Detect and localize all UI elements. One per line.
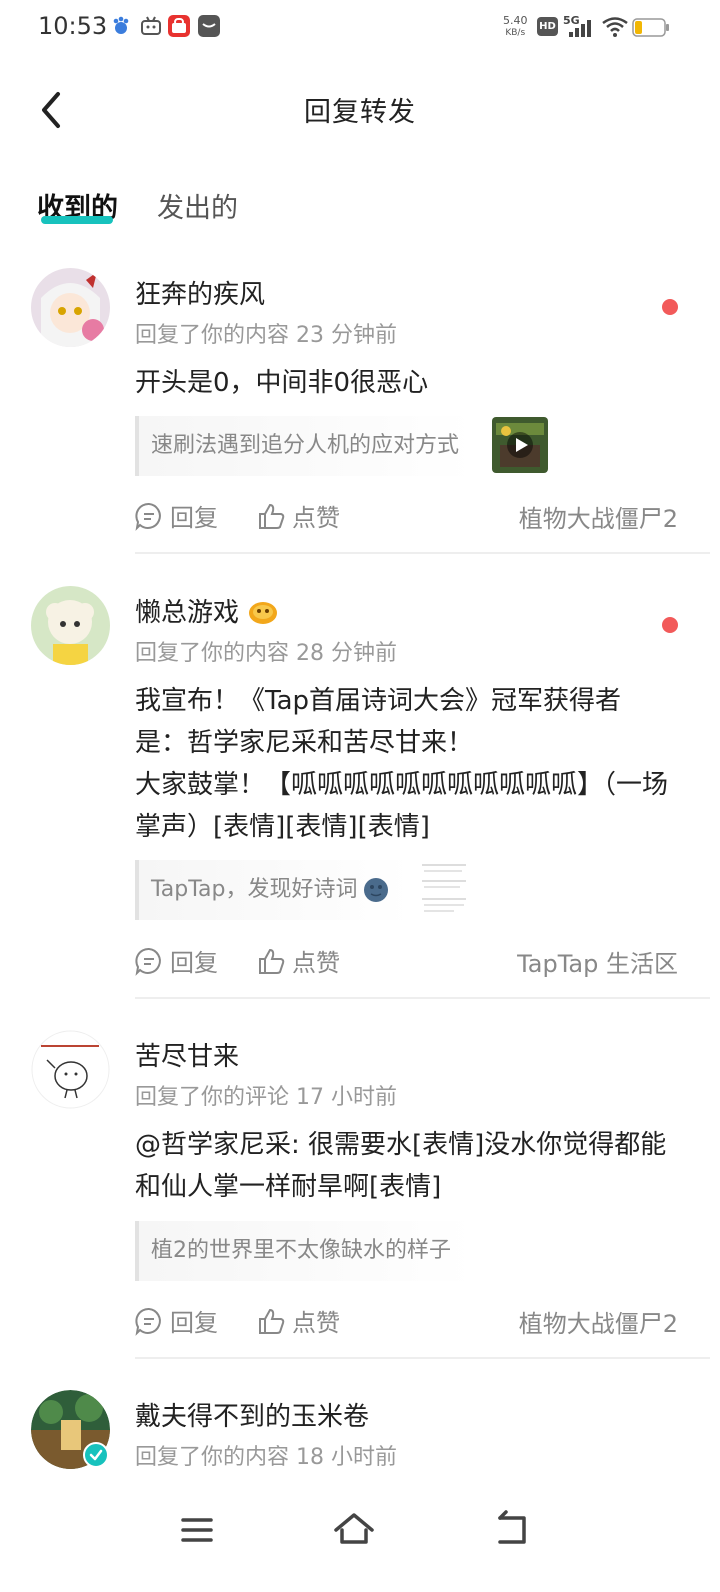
username[interactable]: 戴夫得不到的玉米卷 <box>135 1396 369 1433</box>
category-link[interactable]: 植物大战僵尸2 <box>519 499 678 534</box>
home-button[interactable] <box>332 1508 376 1552</box>
thumbs-up-icon <box>259 1308 285 1334</box>
unread-indicator <box>662 299 678 315</box>
like-button[interactable]: 点赞 <box>256 943 340 978</box>
system-nav-bar <box>0 1490 720 1570</box>
thumbs-up-icon <box>259 948 285 974</box>
tab-sent[interactable]: 发出的 <box>157 186 238 225</box>
reply-meta: 回复了你的内容 23 分钟前 <box>135 323 397 348</box>
quoted-post[interactable]: 植2的世界里不太像缺水的样子 <box>135 1221 475 1281</box>
thumbs-up-icon <box>259 503 285 529</box>
back-icon <box>498 1510 526 1544</box>
battery-icon <box>632 18 670 37</box>
comment-icon <box>135 502 161 531</box>
level-badge-icon <box>249 601 278 624</box>
quoted-post-text: 速刷法遇到追分人机的应对方式 <box>151 433 460 458</box>
avatar[interactable] <box>31 586 110 665</box>
home-icon <box>334 1513 374 1544</box>
reply-meta: 回复了你的内容 18 小时前 <box>135 1445 397 1470</box>
page-title: 回复转发 <box>304 97 416 128</box>
reply-button[interactable]: 回复 <box>134 943 218 978</box>
username[interactable]: 狂奔的疾风 <box>135 274 265 311</box>
screenshot-thumbnail[interactable] <box>418 860 470 918</box>
username[interactable]: 懒总游戏 <box>135 592 279 629</box>
like-button[interactable]: 点赞 <box>256 498 340 533</box>
like-button[interactable]: 点赞 <box>256 1303 340 1338</box>
network-speed: 5.40 KB/s <box>503 14 528 39</box>
divider <box>135 552 710 554</box>
unread-indicator <box>662 617 678 633</box>
comment-icon <box>135 947 161 976</box>
reply-content: 开头是0，中间非0很恶心 <box>135 368 429 398</box>
message-app-icon <box>198 15 220 37</box>
quoted-post[interactable]: 速刷法遇到追分人机的应对方式 <box>135 416 475 476</box>
reply-button[interactable]: 回复 <box>134 1303 218 1338</box>
tab-active-indicator <box>41 216 113 224</box>
menu-button[interactable] <box>175 1508 219 1552</box>
moon-emoji-icon <box>363 878 388 902</box>
baidu-app-icon <box>110 15 132 37</box>
username[interactable]: 苦尽甘来 <box>135 1036 239 1073</box>
divider <box>135 997 710 999</box>
menu-icon <box>181 1518 213 1542</box>
category-link[interactable]: TapTap 生活区 <box>517 944 678 979</box>
reply-content: @哲学家尼采: 很需要水[表情]没水你觉得都能和仙人掌一样耐旱啊[表情] <box>135 1130 667 1202</box>
reply-content: 我宣布！《Tap首届诗词大会》冠军获得者是：哲学家尼采和苦尽甘来！ 大家鼓掌！【… <box>135 686 669 842</box>
quoted-post[interactable]: TapTap，发现好诗词 <box>135 860 411 920</box>
avatar[interactable] <box>31 268 110 347</box>
bilibili-app-icon <box>140 15 162 37</box>
quoted-post-text: TapTap，发现好诗词 <box>151 877 358 902</box>
status-bar: 10:53 5.40 KB/s HD 5G <box>0 0 720 56</box>
quoted-post-text: 植2的世界里不太像缺水的样子 <box>151 1238 451 1263</box>
status-time: 10:53 <box>38 12 108 40</box>
wifi-icon <box>602 16 628 38</box>
avatar[interactable] <box>31 1030 110 1109</box>
category-link[interactable]: 植物大战僵尸2 <box>519 1304 678 1339</box>
nav-back-button[interactable] <box>490 1508 534 1552</box>
divider <box>135 1357 710 1359</box>
reply-meta: 回复了你的评论 17 小时前 <box>135 1085 397 1110</box>
verified-badge-icon <box>83 1442 109 1468</box>
reply-button[interactable]: 回复 <box>134 498 218 533</box>
hd-badge: HD <box>537 17 558 36</box>
avatar[interactable] <box>31 1390 110 1469</box>
signal-icon: 5G <box>563 14 595 38</box>
comment-icon <box>135 1307 161 1336</box>
video-thumbnail[interactable] <box>492 417 548 473</box>
shopping-app-icon <box>168 15 190 37</box>
reply-meta: 回复了你的内容 28 分钟前 <box>135 641 397 666</box>
